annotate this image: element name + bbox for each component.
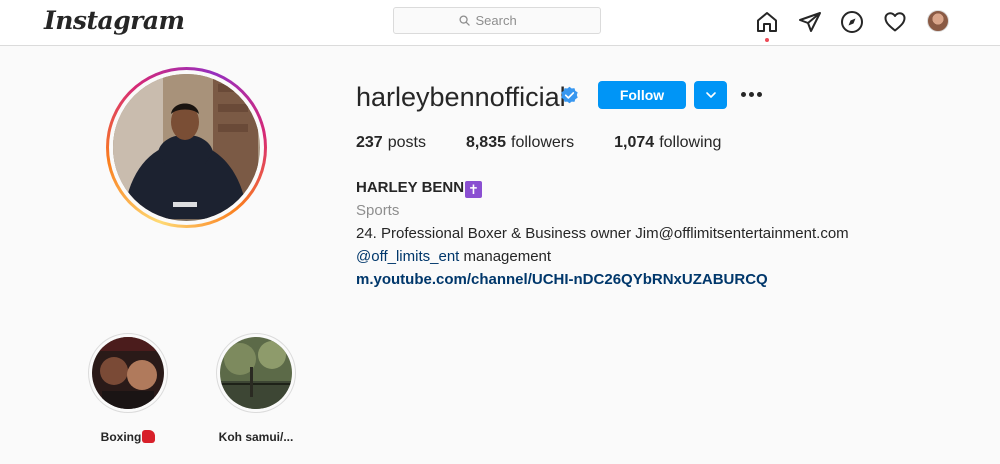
story-highlight-boxing[interactable]: Boxing (88, 333, 168, 444)
direct-icon[interactable] (798, 10, 822, 34)
following-label: following (659, 134, 722, 151)
activity-icon[interactable] (883, 10, 907, 34)
highlight-label: Boxing (88, 430, 168, 444)
highlight-cover-koh-samui (220, 337, 292, 409)
suggested-dropdown-button[interactable] (694, 81, 727, 109)
followers-stat[interactable]: 8,835 followers (466, 134, 574, 152)
more-dot-icon (740, 91, 746, 97)
home-icon[interactable] (755, 10, 779, 34)
profile-picture (113, 74, 260, 221)
highlight-cover-boxing (92, 337, 164, 409)
follow-button[interactable]: Follow (598, 81, 686, 109)
notification-dot (765, 38, 769, 42)
search-input[interactable] (475, 13, 536, 28)
following-count: 1,074 (614, 134, 655, 151)
explore-icon[interactable] (840, 10, 864, 34)
posts-count: 237 (356, 134, 383, 151)
more-dot-icon (756, 91, 762, 97)
profile-photo-image (113, 74, 258, 219)
instagram-logo[interactable]: Instagram (44, 6, 185, 35)
bio-website-link[interactable]: m.youtube.com/channel/UCHI-nDC26QYbRNxUZ… (356, 268, 849, 291)
latin-cross-emoji-icon: ✝ (465, 181, 483, 198)
following-stat[interactable]: 1,074 following (614, 134, 721, 152)
followers-label: followers (511, 134, 575, 151)
search-icon (458, 15, 470, 26)
top-nav-bar: Instagram (0, 0, 1000, 46)
posts-stat: 237 posts (356, 134, 426, 152)
boxing-glove-icon (142, 430, 156, 443)
profile-full-name: HARLEY BENN (356, 179, 465, 196)
chevron-down-icon (705, 92, 716, 98)
highlight-label: Koh samui/... (218, 430, 294, 444)
more-dot-icon (748, 91, 754, 97)
verified-badge-icon (561, 86, 578, 104)
mention-link[interactable]: @off_limits_ent (356, 248, 459, 265)
profile-category: Sports (356, 202, 400, 219)
search-box[interactable] (393, 7, 601, 34)
more-options-button[interactable] (738, 84, 764, 104)
followers-count: 8,835 (465, 134, 506, 151)
bio-line-2: @off_limits_ent management (356, 245, 849, 268)
story-highlight-koh-samui[interactable]: Koh samui/... (216, 333, 296, 444)
posts-label: posts (387, 134, 426, 151)
bio-line-2-text: management (459, 248, 552, 265)
profile-username: harleybennofficial (356, 82, 566, 112)
profile-stats: 237 posts 8,835 followers 1,074 following (356, 134, 761, 152)
profile-picture-ring[interactable] (106, 67, 267, 228)
profile-avatar[interactable] (927, 10, 949, 32)
profile-bio: HARLEY BENN ✝ Sports 24. Professional Box… (356, 176, 849, 291)
bio-line-1: 24. Professional Boxer & Business owner … (356, 225, 849, 242)
